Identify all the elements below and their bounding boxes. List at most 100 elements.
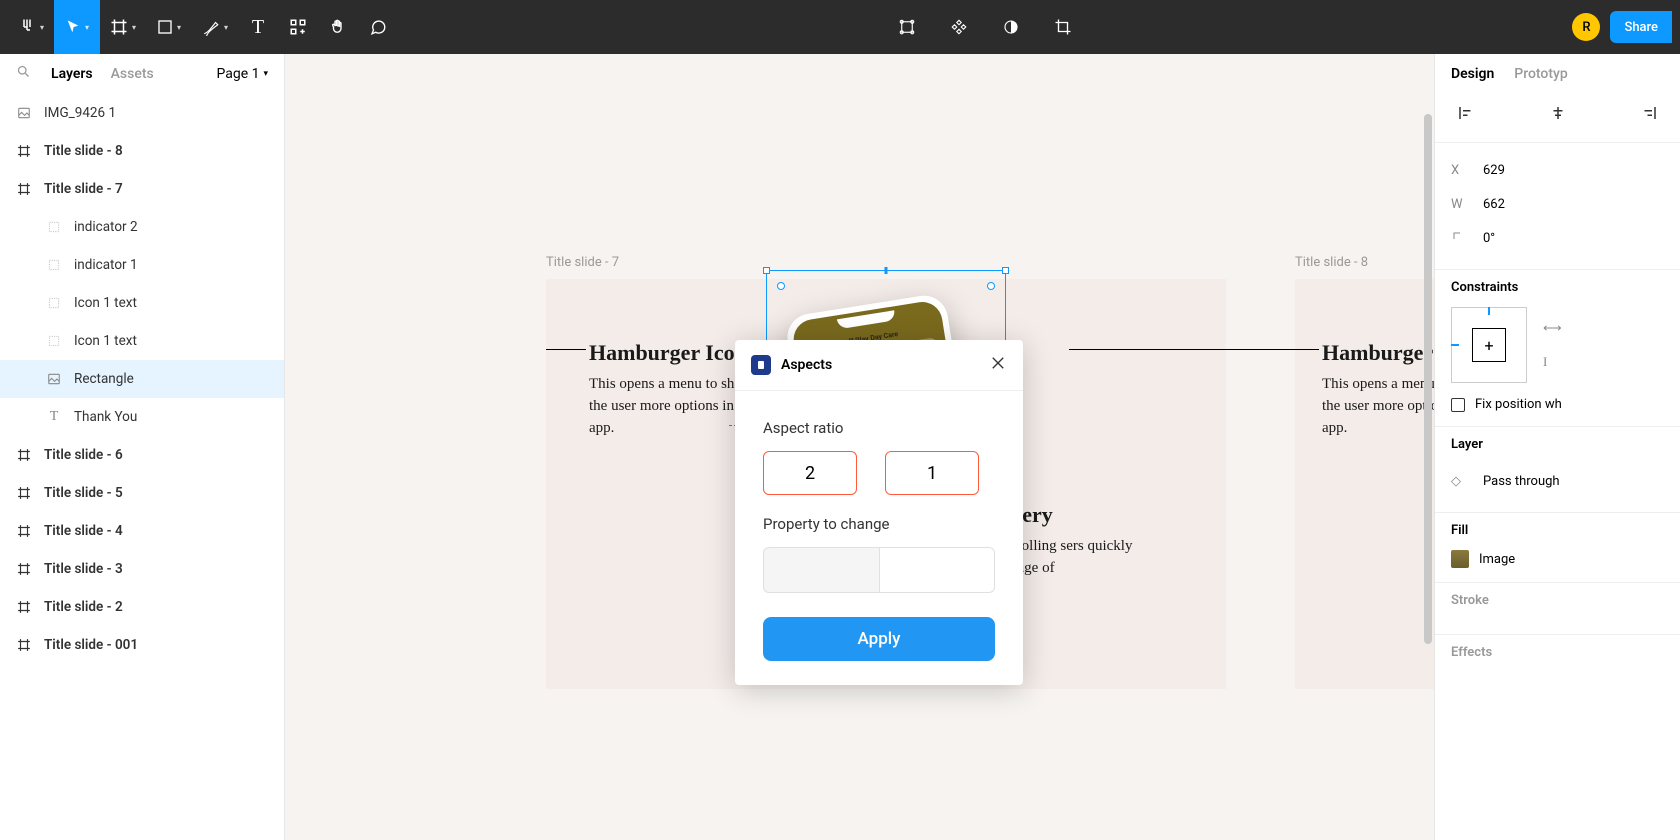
comment-tool-button[interactable] [358, 0, 398, 54]
layer-row[interactable]: Title slide - 6 [0, 436, 284, 474]
apply-button[interactable]: Apply [763, 617, 995, 661]
w-value[interactable]: 662 [1483, 197, 1505, 212]
layer-label: indicator 2 [74, 219, 138, 235]
artboard-title-slide-8[interactable]: Title slide - 8 Hamburger Icon This open… [1295, 279, 1434, 689]
layer-label: Title slide - 4 [44, 523, 123, 539]
v-constraint-icon[interactable]: I [1543, 354, 1562, 370]
close-icon[interactable] [989, 354, 1007, 376]
canvas[interactable]: Title slide - 7 Hamburger Icon This open… [285, 54, 1434, 840]
resize-handle[interactable] [1002, 267, 1009, 274]
tab-prototype[interactable]: Prototyp [1514, 66, 1567, 82]
layer-label: indicator 1 [74, 257, 138, 273]
main-menu-button[interactable]: ▾ [8, 0, 54, 54]
frame-icon [16, 523, 32, 539]
blend-icon: ◇ [1451, 474, 1469, 489]
layers-panel: Layers Assets Page 1▾ IMG_9426 1 Title sl… [0, 54, 285, 840]
layer-label: IMG_9426 1 [44, 105, 116, 121]
edge-handle[interactable] [885, 267, 888, 274]
group-icon [46, 333, 62, 349]
move-tool-button[interactable]: ▾ [54, 0, 100, 54]
frame-icon [16, 637, 32, 653]
frame-icon [16, 485, 32, 501]
blend-mode[interactable]: Pass through [1483, 474, 1560, 489]
effects-section-title[interactable]: Effects [1451, 645, 1664, 660]
tab-design[interactable]: Design [1451, 66, 1494, 82]
shape-tool-button[interactable]: ▾ [146, 0, 192, 54]
text-tool-button[interactable]: T [238, 0, 278, 54]
resources-button[interactable] [278, 0, 318, 54]
plugin-icon [751, 355, 771, 375]
layer-row[interactable]: Title slide - 5 [0, 474, 284, 512]
share-button[interactable]: Share [1610, 11, 1672, 43]
gallery-body: crolling sers quickly ange of [1010, 536, 1140, 580]
rotation-handle[interactable] [777, 282, 785, 290]
constraints-widget[interactable]: + [1451, 307, 1527, 383]
text-icon: T [46, 409, 62, 425]
layer-row[interactable]: Title slide - 001 [0, 626, 284, 664]
page-selector[interactable]: Page 1▾ [216, 66, 268, 82]
image-icon [46, 371, 62, 387]
rotate-icon [1451, 230, 1469, 246]
artboard-label[interactable]: Title slide - 7 [546, 255, 619, 270]
tab-assets[interactable]: Assets [111, 66, 154, 82]
edit-object-icon[interactable] [890, 0, 924, 54]
layer-label: Title slide - 8 [44, 143, 123, 159]
fill-type[interactable]: Image [1479, 552, 1515, 567]
layer-label: Thank You [74, 409, 137, 425]
fix-position-checkbox[interactable]: Fix position wh [1451, 397, 1664, 412]
resize-handle[interactable] [763, 267, 770, 274]
layer-label: Title slide - 7 [44, 181, 123, 197]
layer-label: Rectangle [74, 371, 134, 387]
group-icon [46, 219, 62, 235]
image-icon [16, 105, 32, 121]
property-toggle[interactable] [763, 547, 995, 593]
rotation-handle[interactable] [987, 282, 995, 290]
align-left-icon[interactable] [1455, 102, 1477, 124]
layer-row[interactable]: Title slide - 7 [0, 170, 284, 208]
fill-swatch[interactable] [1451, 550, 1469, 568]
pen-tool-button[interactable]: ▾ [192, 0, 238, 54]
layer-row[interactable]: IMG_9426 1 [0, 94, 284, 132]
stroke-section-title[interactable]: Stroke [1451, 593, 1664, 608]
frame-icon [16, 447, 32, 463]
frame-icon [16, 599, 32, 615]
mask-icon[interactable] [994, 0, 1028, 54]
x-value[interactable]: 629 [1483, 163, 1505, 178]
layer-row[interactable]: indicator 2 [0, 208, 284, 246]
layer-row[interactable]: indicator 1 [0, 246, 284, 284]
tab-layers[interactable]: Layers [51, 66, 93, 82]
layer-row[interactable]: Title slide - 2 [0, 588, 284, 626]
aspects-modal: Aspects Aspect ratio Property to change … [735, 340, 1023, 685]
artboard-label[interactable]: Title slide - 8 [1295, 255, 1368, 270]
aspect-height-input[interactable] [885, 451, 979, 495]
frame-tool-button[interactable]: ▾ [100, 0, 146, 54]
frame-icon [16, 561, 32, 577]
rotation-value[interactable]: 0° [1483, 231, 1495, 246]
layer-row[interactable]: Title slide - 3 [0, 550, 284, 588]
canvas-scrollbar[interactable] [1424, 114, 1432, 644]
crop-icon[interactable] [1046, 0, 1080, 54]
align-hcenter-icon[interactable] [1547, 102, 1569, 124]
property-label: Property to change [763, 515, 995, 533]
layer-row[interactable]: Icon 1 text [0, 284, 284, 322]
align-right-icon[interactable] [1638, 102, 1660, 124]
avatar[interactable]: R [1572, 13, 1600, 41]
x-label: X [1451, 163, 1469, 178]
app-toolbar: ▾ ▾ ▾ ▾ ▾ T R Share [0, 0, 1680, 54]
layer-row[interactable]: Title slide - 8 [0, 132, 284, 170]
fill-section-title: Fill [1451, 523, 1664, 538]
constraints-title: Constraints [1451, 280, 1664, 295]
layer-label: Icon 1 text [74, 295, 137, 311]
layer-row[interactable]: Rectangle [0, 360, 284, 398]
layer-label: Title slide - 3 [44, 561, 123, 577]
layer-row[interactable]: Title slide - 4 [0, 512, 284, 550]
layer-label: Title slide - 5 [44, 485, 123, 501]
h-constraint-icon[interactable]: ⟷ [1543, 321, 1562, 336]
layer-row[interactable]: T Thank You [0, 398, 284, 436]
layer-row[interactable]: Icon 1 text [0, 322, 284, 360]
inspector-panel: Design Prototyp X629 W662 0° Constraints… [1434, 54, 1680, 840]
component-icon[interactable] [942, 0, 976, 54]
search-icon[interactable] [16, 64, 31, 83]
aspect-width-input[interactable] [763, 451, 857, 495]
hand-tool-button[interactable] [318, 0, 358, 54]
